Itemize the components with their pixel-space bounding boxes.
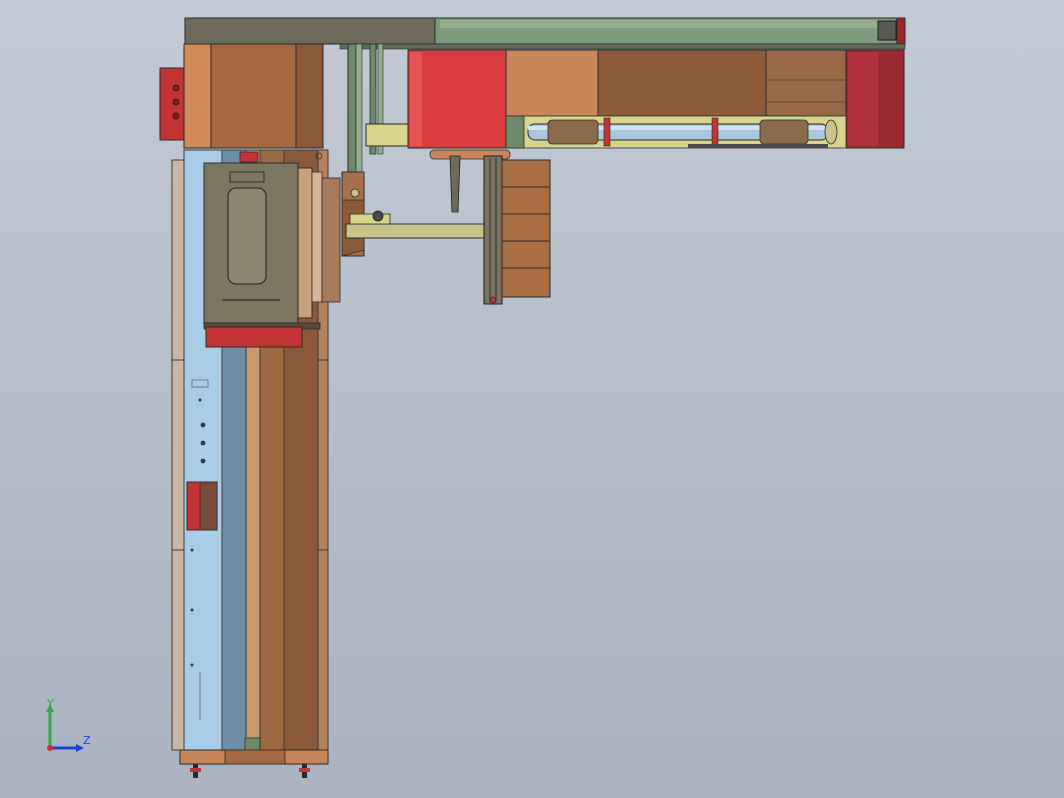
z-axis-label: Z (83, 734, 91, 747)
roller-shaft[interactable] (505, 115, 847, 149)
y-axis-label: Y (46, 698, 54, 710)
top-left-housing[interactable] (159, 43, 324, 149)
x-axis-dot (47, 745, 53, 751)
triad-plane (50, 734, 78, 748)
stacked-trays[interactable] (501, 159, 551, 298)
cad-assembly-model[interactable] (0, 0, 1064, 798)
orientation-triad: Y Z (46, 698, 91, 752)
graphics-viewport[interactable]: Y Z (0, 0, 1064, 798)
gantry-carriage-red[interactable] (407, 49, 507, 149)
